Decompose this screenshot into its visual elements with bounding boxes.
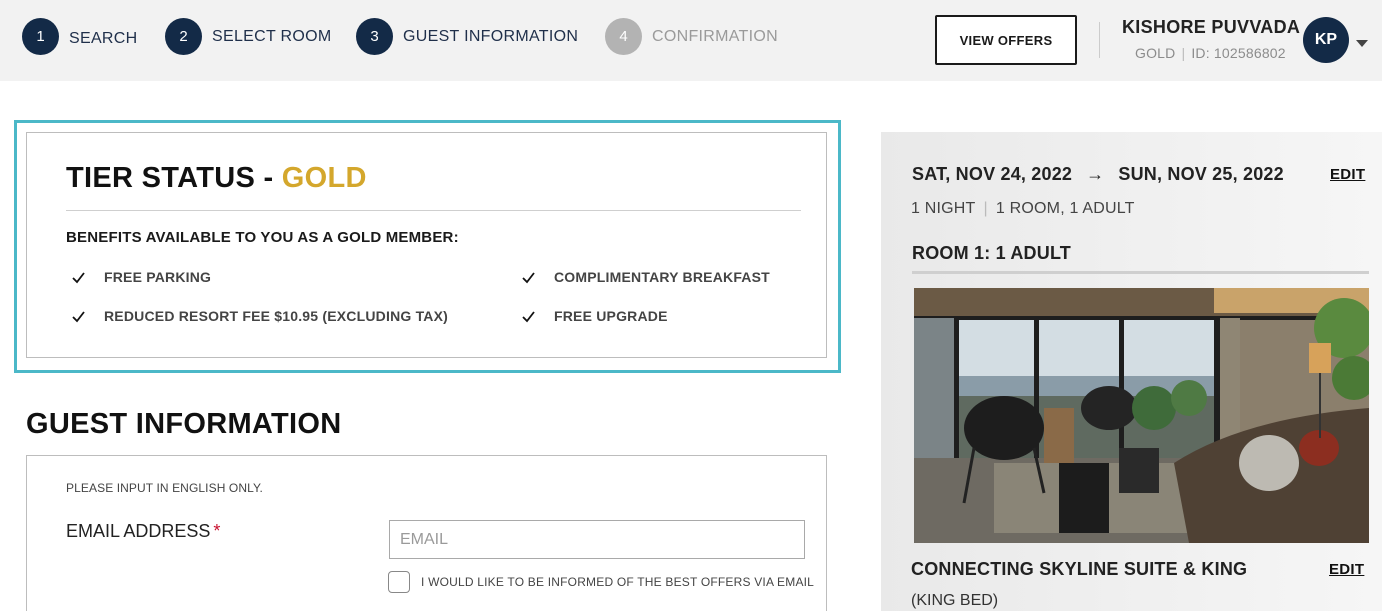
step-number: 2 (165, 18, 202, 55)
tier-name: GOLD (281, 162, 367, 194)
separator: | (983, 200, 988, 217)
divider (912, 271, 1369, 274)
divider (66, 210, 801, 211)
check-out-date: SUN, NOV 25, 2022 (1118, 164, 1284, 184)
chevron-down-icon[interactable] (1356, 40, 1368, 47)
benefit-label: FREE PARKING (104, 269, 212, 285)
user-membership: GOLD | ID: 102586802 (1135, 45, 1286, 61)
step-label: GUEST INFORMATION (403, 27, 579, 45)
bed-type: (KING BED) (911, 592, 999, 609)
english-only-note: PLEASE INPUT IN ENGLISH ONLY. (66, 481, 263, 495)
benefit-item: COMPLIMENTARY BREAKFAST (522, 269, 770, 285)
rooms-guests: 1 ROOM, 1 ADULT (995, 200, 1135, 217)
step-label: SEARCH (69, 29, 138, 47)
email-field[interactable] (389, 520, 805, 559)
check-in-date: SAT, NOV 24, 2022 (912, 164, 1073, 184)
guest-information-heading: GUEST INFORMATION (26, 408, 342, 440)
stay-dates: SAT, NOV 24, 2022 → SUN, NOV 25, 2022 (912, 164, 1284, 185)
check-icon (522, 310, 535, 322)
step-confirmation: 4 CONFIRMATION (605, 18, 778, 55)
room-photo (914, 288, 1369, 543)
benefit-item: FREE PARKING (72, 269, 211, 285)
email-label-text: EMAIL ADDRESS (66, 521, 211, 541)
tier-status-title: TIER STATUS - GOLD (66, 162, 367, 195)
view-offers-button[interactable]: VIEW OFFERS (935, 15, 1077, 65)
room-heading: ROOM 1: 1 ADULT (912, 243, 1071, 263)
arrow-right-icon: → (1086, 164, 1105, 184)
step-label: SELECT ROOM (212, 27, 332, 45)
edit-dates-link[interactable]: EDIT (1330, 166, 1365, 183)
step-number: 3 (356, 18, 393, 55)
email-optin-label[interactable]: I WOULD LIKE TO BE INFORMED OF THE BEST … (421, 575, 814, 589)
divider (1099, 22, 1100, 58)
room-name: CONNECTING SKYLINE SUITE & KING (911, 559, 1248, 579)
step-number: 1 (22, 18, 59, 55)
member-id: ID: 102586802 (1191, 45, 1286, 61)
step-guest-information[interactable]: 3 GUEST INFORMATION (356, 18, 578, 55)
email-label: EMAIL ADDRESS * (66, 521, 220, 542)
benefit-label: COMPLIMENTARY BREAKFAST (554, 269, 770, 285)
stay-details: 1 NIGHT | 1 ROOM, 1 ADULT (911, 200, 1135, 218)
avatar[interactable]: KP (1303, 17, 1349, 63)
benefit-label: FREE UPGRADE (554, 308, 668, 324)
benefit-item: FREE UPGRADE (522, 308, 668, 324)
step-number: 4 (605, 18, 642, 55)
step-select-room[interactable]: 2 SELECT ROOM (165, 18, 331, 55)
check-icon (72, 271, 85, 283)
room-photo-image (914, 288, 1369, 543)
booking-progress-bar: 1 SEARCH 2 SELECT ROOM 3 GUEST INFORMATI… (0, 0, 1382, 81)
separator: | (1181, 45, 1186, 61)
edit-room-link[interactable]: EDIT (1329, 561, 1364, 578)
user-name: KISHORE PUVVADA (1122, 17, 1301, 37)
benefit-item: REDUCED RESORT FEE $10.95 (EXCLUDING TAX… (72, 308, 448, 324)
required-asterisk: * (213, 521, 221, 541)
nights-count: 1 NIGHT (911, 200, 976, 217)
step-search[interactable]: 1 SEARCH (22, 18, 137, 55)
tier-title-prefix: TIER STATUS - (66, 162, 282, 194)
check-icon (72, 310, 85, 322)
email-optin-checkbox[interactable] (388, 571, 410, 593)
check-icon (522, 271, 535, 283)
benefits-heading: BENEFITS AVAILABLE TO YOU AS A GOLD MEMB… (66, 229, 459, 246)
member-tier: GOLD (1135, 45, 1176, 61)
step-label: CONFIRMATION (652, 27, 778, 45)
benefit-label: REDUCED RESORT FEE $10.95 (EXCLUDING TAX… (104, 308, 448, 324)
